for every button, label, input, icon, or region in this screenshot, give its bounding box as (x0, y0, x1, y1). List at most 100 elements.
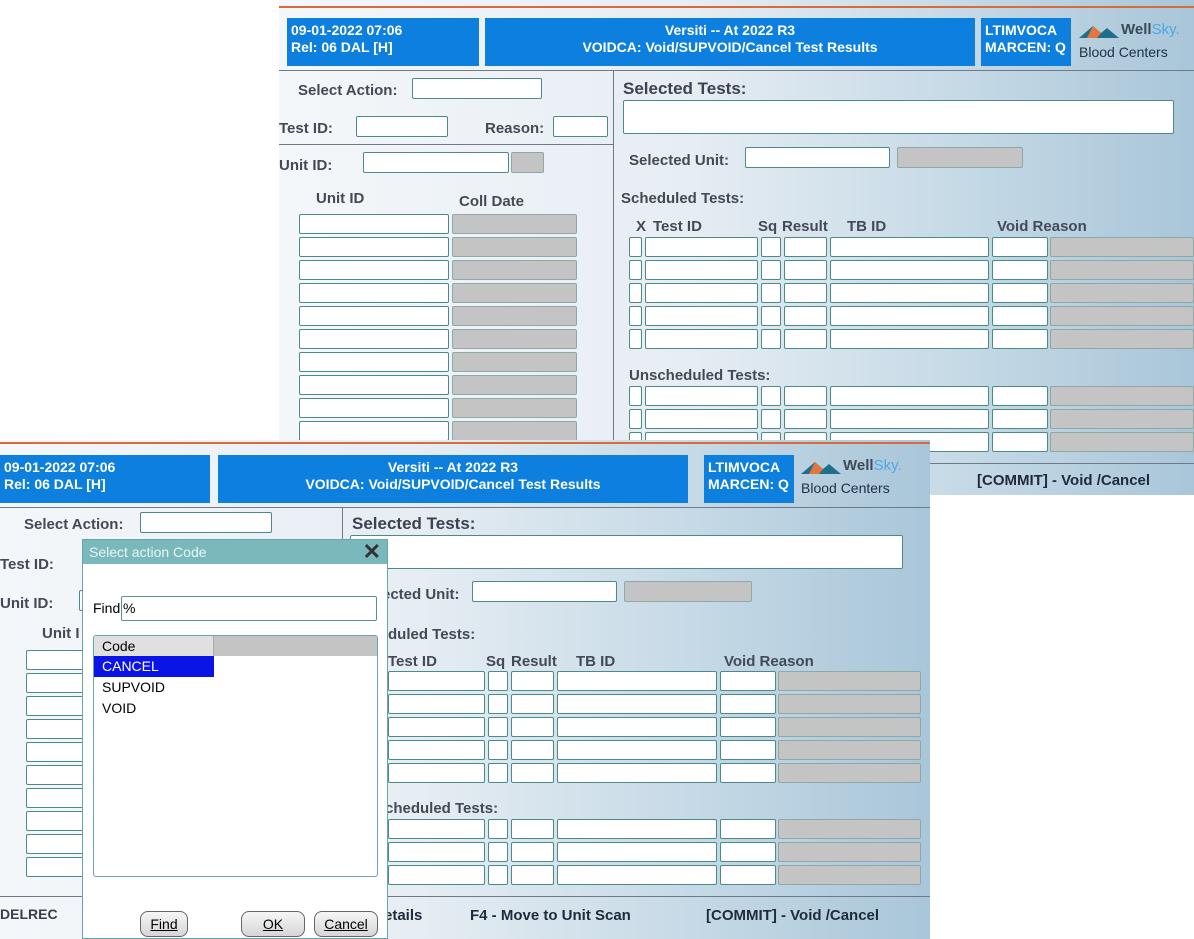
code-list-item[interactable]: VOID (94, 698, 214, 719)
tb-id-cell[interactable] (830, 260, 989, 280)
tb-id-cell[interactable] (557, 819, 717, 839)
tb-id-cell[interactable] (830, 386, 989, 406)
result-cell[interactable] (511, 694, 554, 714)
result-cell[interactable] (784, 409, 827, 429)
test-id-cell[interactable] (645, 306, 758, 326)
unit-id-row-input[interactable] (299, 214, 449, 234)
sq-cell[interactable] (761, 260, 781, 280)
tb-id-cell[interactable] (557, 842, 717, 862)
unit-id-input[interactable] (363, 152, 509, 173)
test-id-cell[interactable] (388, 842, 485, 862)
void-reason-input[interactable] (720, 717, 776, 737)
void-reason-input[interactable] (992, 409, 1048, 429)
test-id-cell[interactable] (388, 819, 485, 839)
tb-id-cell[interactable] (557, 717, 717, 737)
sq-cell[interactable] (488, 694, 508, 714)
void-reason-input[interactable] (720, 842, 776, 862)
test-id-cell[interactable] (388, 763, 485, 783)
void-reason-input[interactable] (720, 740, 776, 760)
void-checkbox[interactable] (629, 306, 642, 326)
find-input[interactable]: % (121, 596, 377, 621)
test-id-cell[interactable] (388, 671, 485, 691)
result-cell[interactable] (784, 237, 827, 257)
void-checkbox[interactable] (629, 409, 642, 429)
tb-id-cell[interactable] (830, 283, 989, 303)
sq-cell[interactable] (488, 842, 508, 862)
void-reason-input[interactable] (992, 260, 1048, 280)
code-column-header[interactable]: Code (94, 636, 214, 656)
close-icon[interactable]: ✕ (363, 539, 381, 565)
selected-tests-field[interactable] (623, 100, 1174, 134)
test-id-cell[interactable] (388, 865, 485, 885)
void-reason-input[interactable] (720, 763, 776, 783)
sq-cell[interactable] (761, 283, 781, 303)
sq-cell[interactable] (488, 671, 508, 691)
void-reason-input[interactable] (992, 306, 1048, 326)
test-id-cell[interactable] (645, 409, 758, 429)
tb-id-cell[interactable] (830, 409, 989, 429)
unit-id-row-input[interactable] (299, 283, 449, 303)
test-id-cell[interactable] (388, 740, 485, 760)
result-cell[interactable] (511, 717, 554, 737)
result-cell[interactable] (511, 819, 554, 839)
tb-id-cell[interactable] (557, 740, 717, 760)
selected-unit-input[interactable] (472, 581, 617, 602)
void-reason-input[interactable] (992, 386, 1048, 406)
void-checkbox[interactable] (629, 283, 642, 303)
cancel-button[interactable]: Cancel (314, 911, 378, 937)
sq-cell[interactable] (761, 409, 781, 429)
result-cell[interactable] (784, 283, 827, 303)
code-list-item[interactable]: SUPVOID (94, 677, 214, 698)
test-id-cell[interactable] (645, 237, 758, 257)
selected-tests-field[interactable] (350, 535, 903, 569)
void-reason-input[interactable] (992, 329, 1048, 349)
select-action-input[interactable] (412, 78, 542, 99)
result-cell[interactable] (511, 740, 554, 760)
void-reason-input[interactable] (720, 865, 776, 885)
void-checkbox[interactable] (629, 329, 642, 349)
sq-cell[interactable] (488, 865, 508, 885)
void-reason-input[interactable] (720, 671, 776, 691)
code-list-item[interactable]: CANCEL (94, 656, 214, 677)
sq-cell[interactable] (488, 717, 508, 737)
result-cell[interactable] (511, 671, 554, 691)
result-cell[interactable] (784, 329, 827, 349)
unit-id-row-input[interactable] (299, 352, 449, 372)
selected-unit-input[interactable] (745, 147, 890, 168)
sq-cell[interactable] (761, 306, 781, 326)
void-checkbox[interactable] (629, 237, 642, 257)
void-reason-input[interactable] (992, 237, 1048, 257)
test-id-cell[interactable] (645, 386, 758, 406)
result-cell[interactable] (511, 763, 554, 783)
test-id-cell[interactable] (645, 283, 758, 303)
ok-button[interactable]: OK (241, 911, 305, 937)
void-reason-input[interactable] (992, 283, 1048, 303)
result-cell[interactable] (784, 306, 827, 326)
test-id-cell[interactable] (645, 260, 758, 280)
tb-id-cell[interactable] (557, 671, 717, 691)
test-id-cell[interactable] (388, 694, 485, 714)
test-id-input[interactable] (356, 116, 448, 137)
result-cell[interactable] (784, 386, 827, 406)
sq-cell[interactable] (761, 237, 781, 257)
tb-id-cell[interactable] (557, 763, 717, 783)
test-id-cell[interactable] (388, 717, 485, 737)
sq-cell[interactable] (761, 386, 781, 406)
tb-id-cell[interactable] (557, 865, 717, 885)
sq-cell[interactable] (488, 819, 508, 839)
void-checkbox[interactable] (629, 386, 642, 406)
tb-id-cell[interactable] (830, 306, 989, 326)
void-reason-input[interactable] (720, 694, 776, 714)
unit-id-row-input[interactable] (299, 306, 449, 326)
unit-id-row-input[interactable] (299, 375, 449, 395)
test-id-cell[interactable] (645, 329, 758, 349)
unit-id-row-input[interactable] (299, 260, 449, 280)
result-cell[interactable] (784, 260, 827, 280)
unit-id-row-input[interactable] (299, 398, 449, 418)
void-checkbox[interactable] (629, 260, 642, 280)
unit-id-row-input[interactable] (299, 237, 449, 257)
find-button[interactable]: Find (140, 911, 188, 937)
void-reason-input[interactable] (992, 432, 1048, 452)
sq-cell[interactable] (761, 329, 781, 349)
sq-cell[interactable] (488, 740, 508, 760)
